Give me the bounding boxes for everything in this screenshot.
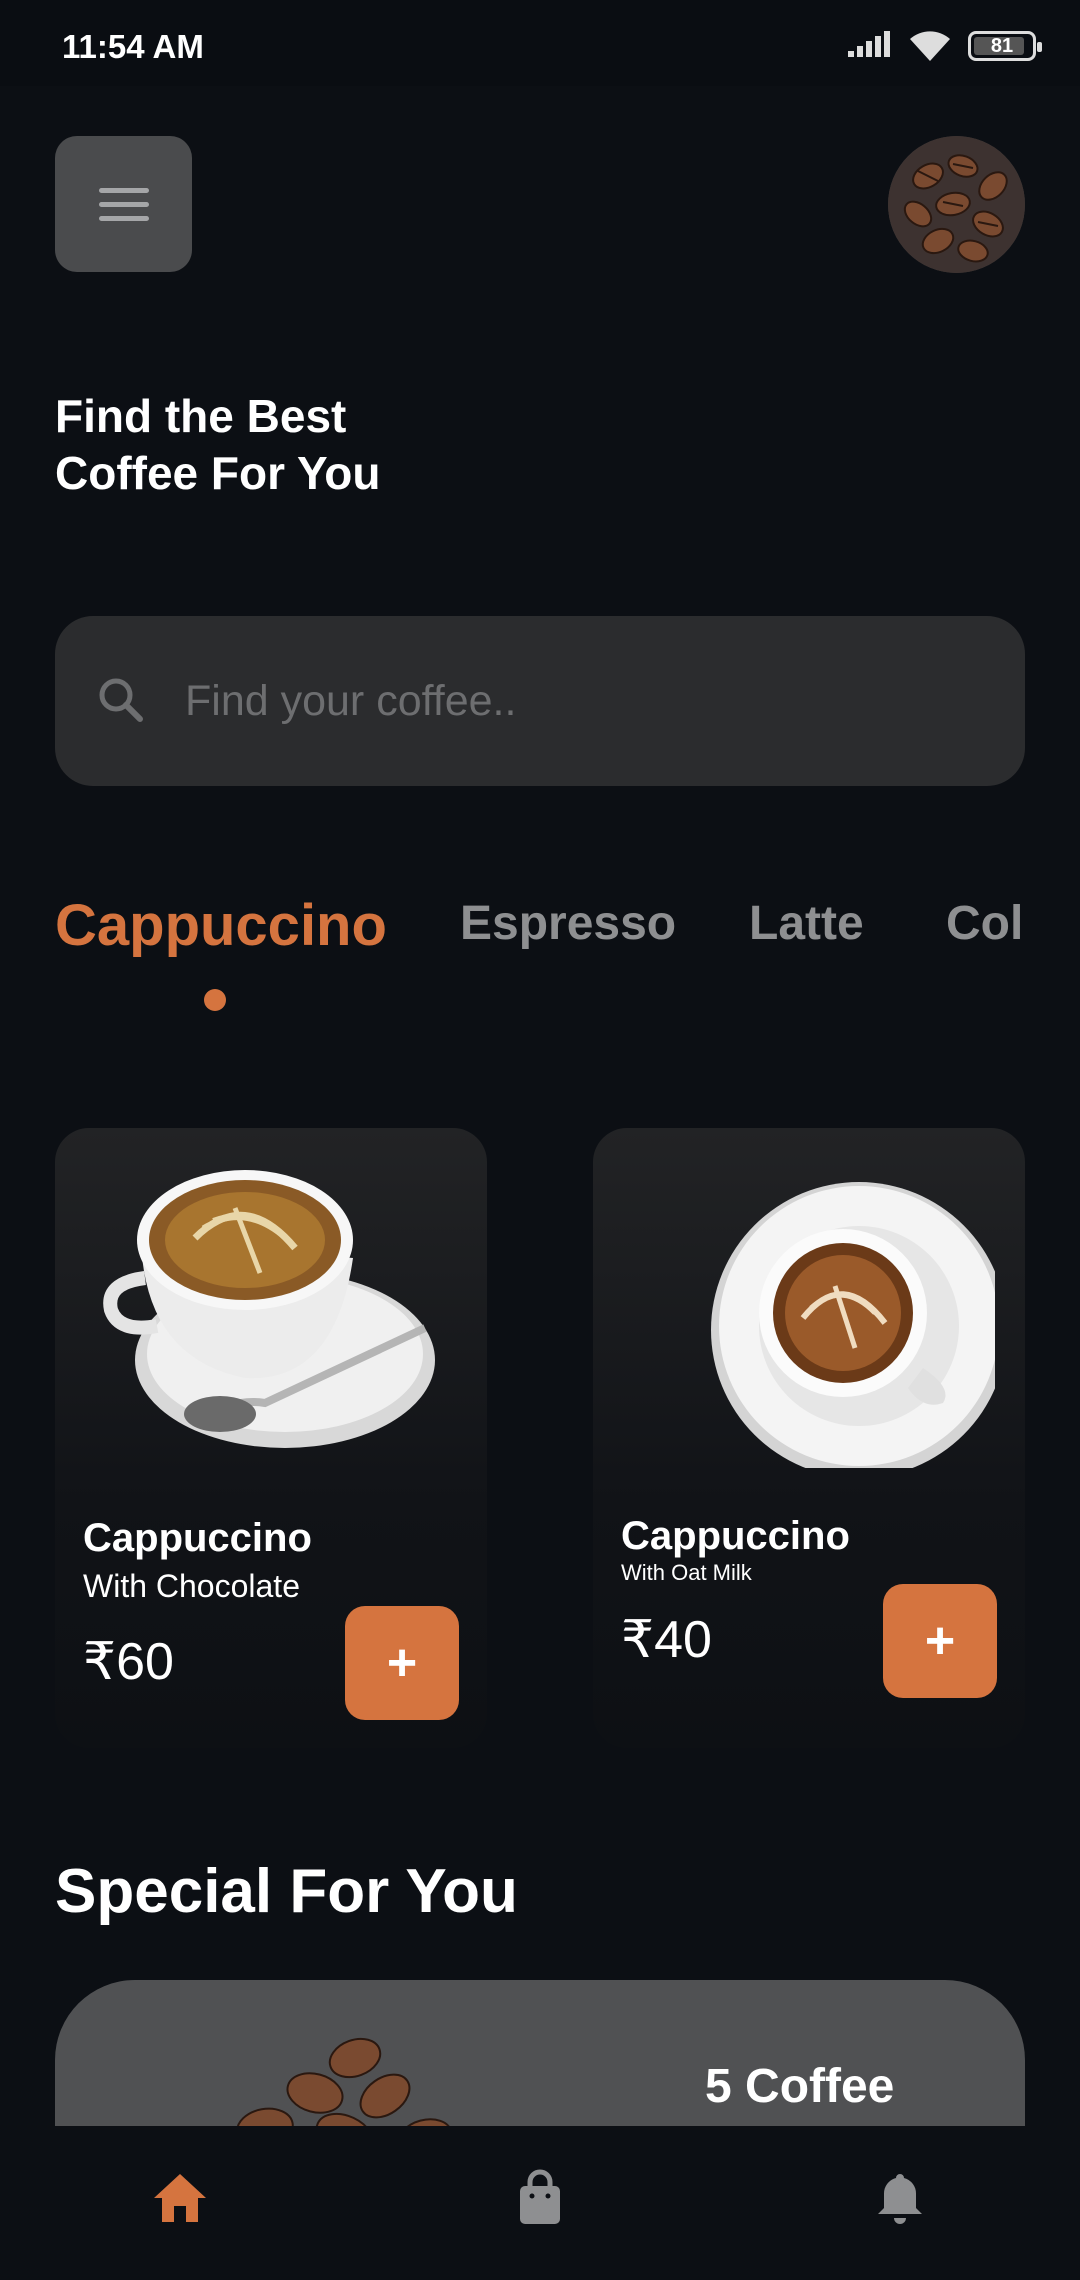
tab-cold[interactable]: Col <box>946 896 1023 951</box>
bottom-nav <box>0 2126 1080 2280</box>
page-title: Find the Best Coffee For You <box>55 388 555 502</box>
product-title: Cappuccino <box>83 1516 312 1560</box>
product-subtitle: With Oat Milk <box>621 1560 752 1585</box>
cappuccino-chocolate-image <box>103 1170 435 1448</box>
product-price: ₹60 <box>83 1633 174 1691</box>
battery-level: 81 <box>990 34 1014 57</box>
tab-latte[interactable]: Latte <box>749 896 864 951</box>
signal-icon <box>848 31 890 57</box>
cappuccino-oat-milk-image <box>711 1182 995 1468</box>
search-input[interactable] <box>185 656 965 746</box>
add-to-cart-button[interactable]: + <box>345 1606 459 1720</box>
headline-line-2: Coffee For You <box>55 447 381 499</box>
menu-icon <box>98 187 149 193</box>
avatar[interactable] <box>888 136 1025 273</box>
status-time: 11:54 AM <box>62 28 204 65</box>
search-icon <box>99 678 143 722</box>
tab-espresso[interactable]: Espresso <box>460 896 676 951</box>
status-bar: 11:54 AM 81 <box>0 0 1080 86</box>
bell-icon[interactable] <box>870 2168 930 2228</box>
battery-icon: 81 <box>968 31 1042 61</box>
product-title: Cappuccino <box>621 1514 850 1558</box>
search-bar[interactable] <box>55 616 1025 786</box>
product-card[interactable]: Cappuccino With Chocolate ₹60 + <box>55 1128 487 1748</box>
add-to-cart-button[interactable]: + <box>883 1584 997 1698</box>
product-subtitle: With Chocolate <box>83 1568 300 1604</box>
category-tabs: Cappuccino Espresso Latte Col <box>55 896 1025 1016</box>
shopping-bag-icon[interactable] <box>510 2168 570 2228</box>
wifi-icon <box>910 31 950 61</box>
menu-button[interactable] <box>55 136 192 272</box>
section-title: Special For You <box>55 1857 518 1926</box>
headline-line-1: Find the Best <box>55 390 347 442</box>
product-card[interactable]: Cappuccino With Oat Milk ₹40 + <box>593 1128 1025 1748</box>
tab-cappuccino[interactable]: Cappuccino <box>55 896 387 959</box>
home-icon[interactable] <box>150 2168 210 2228</box>
coffee-beans-avatar-image <box>888 136 1025 273</box>
status-icons: 81 <box>848 26 1042 66</box>
product-price: ₹40 <box>621 1611 712 1669</box>
active-tab-indicator <box>204 989 226 1011</box>
